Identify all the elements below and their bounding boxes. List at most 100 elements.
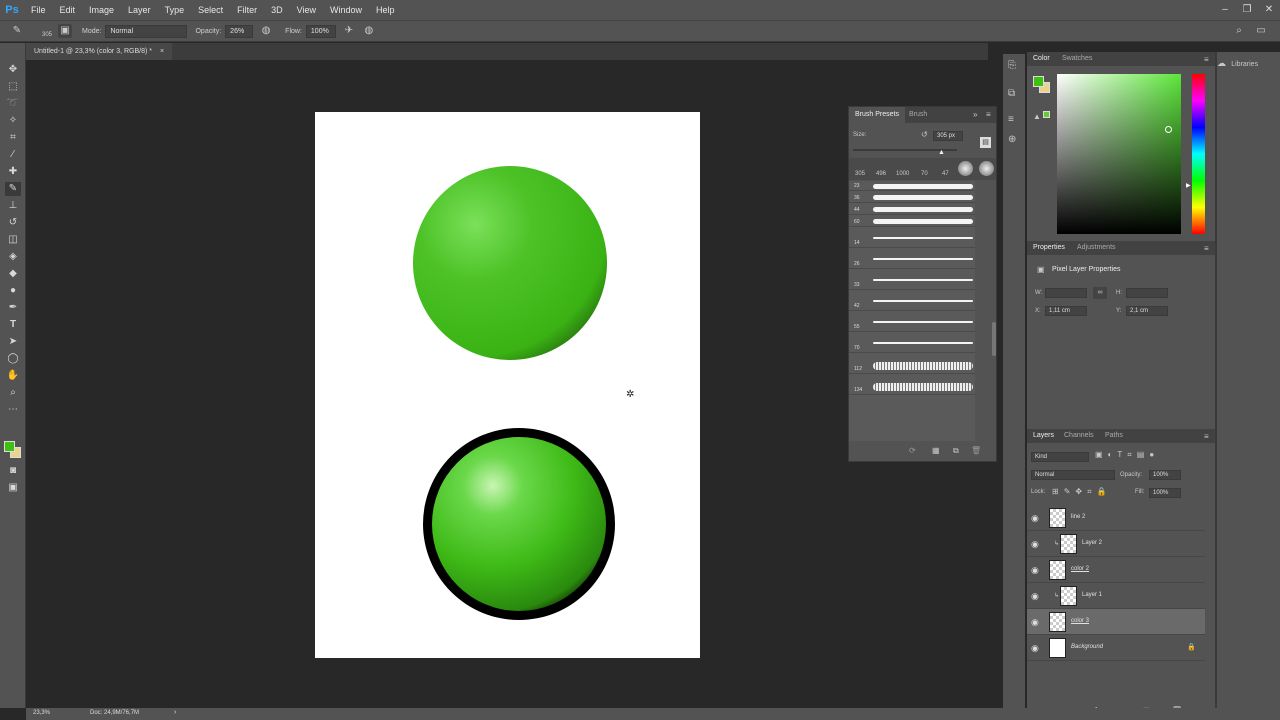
brush-preset-list[interactable]: 23 36 44 60 14 26 33 42 55 70 112 134 [849,181,975,441]
menu-file[interactable]: File [24,5,53,15]
recent-brush-size[interactable]: 1000 [896,171,909,177]
color-picker-field[interactable] [1057,74,1181,234]
menu-edit[interactable]: Edit [53,5,83,15]
brush-preset-row[interactable]: 36 [849,191,975,203]
panel-menu-icon[interactable]: ≡ [1204,244,1209,253]
libraries-tab[interactable]: ☁ Libraries [1217,58,1280,72]
paint-bucket-tool-icon[interactable]: ◈ [5,250,21,264]
tab-swatches[interactable]: Swatches [1062,55,1092,62]
visibility-eye-icon[interactable]: ◉ [1031,565,1041,575]
brush-size-readout[interactable]: 305 [42,32,52,38]
layer-row[interactable]: ◉ Background 🔒 [1027,635,1205,661]
panel-collapse-icon[interactable]: » [973,110,977,119]
ellipse-tool-icon[interactable]: ◯ [5,352,21,366]
menu-image[interactable]: Image [82,5,121,15]
blend-mode-select[interactable]: Normal [1031,470,1115,480]
brush-preset-row[interactable]: 14 [849,227,975,248]
visibility-eye-icon[interactable]: ◉ [1031,513,1041,523]
layer-opacity-field[interactable]: 100% [1149,470,1181,480]
delete-brush-icon[interactable]: 🗑 [971,446,981,455]
color-picker-cursor[interactable] [1165,126,1172,133]
brush-preset-row[interactable]: 42 [849,290,975,311]
layer-row[interactable]: ◉ line 2 [1027,505,1205,531]
menu-type[interactable]: Type [158,5,192,15]
foreground-color-swatch[interactable] [4,441,15,452]
tab-brush-presets[interactable]: Brush Presets [849,107,905,123]
visibility-eye-icon[interactable]: ◉ [1031,591,1041,601]
type-tool-icon[interactable]: T [5,318,21,332]
zoom-readout[interactable]: 23,3% [33,710,50,716]
adjustments-icon[interactable]: ≡ [1008,114,1014,125]
hue-slider[interactable] [1192,74,1205,234]
brush-preset-row[interactable]: 134 [849,374,975,395]
tab-layers[interactable]: Layers [1033,432,1054,439]
mode-select[interactable]: Normal [105,24,188,38]
lock-icons[interactable]: ⊞✎✥⌗🔒 [1052,487,1112,497]
menu-view[interactable]: View [290,5,323,15]
web-safe-swatch[interactable] [1043,111,1050,118]
tab-brush[interactable]: Brush [903,107,933,123]
fill-field[interactable]: 100% [1149,488,1181,498]
new-brush-icon[interactable]: ⧉ [953,446,959,456]
soft-brush-preview[interactable] [958,161,973,176]
more-tools-icon[interactable]: ⋯ [5,403,21,417]
brush-panel-toggle-icon[interactable]: ▣ [58,24,73,38]
y-field[interactable]: 2,1 cm [1126,306,1168,316]
clone-stamp-tool-icon[interactable]: ⊥ [5,199,21,213]
search-icon[interactable]: ⌕ [1232,24,1246,38]
pen-tool-icon[interactable]: ✒ [5,301,21,315]
width-field[interactable] [1045,288,1087,298]
eraser-tool-icon[interactable]: ◫ [5,233,21,247]
brush-tool-icon[interactable]: ✎ [5,182,21,196]
pressure-opacity-icon[interactable]: ◍ [259,24,273,38]
paths-icon[interactable]: ⊕ [1008,134,1016,145]
recent-brush-size[interactable]: 70 [921,171,928,177]
tab-color[interactable]: Color [1033,55,1050,62]
marquee-tool-icon[interactable]: ⬚ [5,80,21,94]
status-menu-icon[interactable]: › [174,709,176,716]
panel-menu-icon[interactable]: ≡ [1204,55,1209,64]
brush-preset-row[interactable]: 26 [849,248,975,269]
layer-row[interactable]: ◉ ↳ Layer 1 [1027,583,1205,609]
brush-preset-row[interactable]: 44 [849,203,975,215]
brush-preset-row[interactable]: 112 [849,353,975,374]
visibility-eye-icon[interactable]: ◉ [1031,643,1041,653]
layer-row[interactable]: ◉ color 2 [1027,557,1205,583]
workspace-icon[interactable]: ▭ [1254,24,1268,38]
hand-tool-icon[interactable]: ✋ [5,369,21,383]
quick-mask-icon[interactable]: ◙ [5,464,21,478]
size-field[interactable]: 305 px [933,131,963,141]
brush-preset-row[interactable]: 55 [849,311,975,332]
zoom-tool-icon[interactable]: ⌕ [5,386,21,400]
foreground-color-swatch[interactable] [1033,76,1044,87]
toggle-preview-icon[interactable]: ⟳ [909,446,916,455]
preset-scrollbar[interactable] [992,322,996,356]
blur-tool-icon[interactable]: ◆ [5,267,21,281]
panel-menu-icon[interactable]: ≡ [1204,432,1209,441]
close-icon[interactable]: ✕ [1258,0,1280,20]
lasso-tool-icon[interactable]: ➰ [5,97,21,111]
visibility-eye-icon[interactable]: ◉ [1031,617,1041,627]
menu-help[interactable]: Help [369,5,402,15]
brush-preset-row[interactable]: 70 [849,332,975,353]
layer-row[interactable]: ◉ ↳ Layer 2 [1027,531,1205,557]
path-selection-tool-icon[interactable]: ➤ [5,335,21,349]
hue-slider-thumb[interactable]: ▶ [1186,182,1191,189]
tab-channels[interactable]: Channels [1064,432,1094,439]
size-slider-thumb[interactable]: ▲ [938,149,945,156]
height-field[interactable] [1126,288,1168,298]
history-panel-icon[interactable]: ⎘ [1008,60,1016,71]
filter-kind-select[interactable]: Kind [1031,452,1089,462]
tab-adjustments[interactable]: Adjustments [1077,244,1116,251]
crop-tool-icon[interactable]: ⌗ [5,131,21,145]
pressure-size-icon[interactable]: ◍ [362,24,376,38]
brush-tool-icon[interactable]: ✎ [10,24,24,38]
soft-brush-preview[interactable] [979,161,994,176]
document-tab[interactable]: Untitled-1 @ 23,3% (color 3, RGB/8) * × [26,43,173,60]
history-brush-tool-icon[interactable]: ↺ [5,216,21,230]
reset-size-icon[interactable]: ↺ [921,130,928,139]
clone-source-icon[interactable]: ⧉ [1008,88,1015,99]
link-icon[interactable]: ∞ [1093,287,1107,299]
flow-field[interactable]: 100% [305,24,336,38]
tab-properties[interactable]: Properties [1033,244,1065,251]
